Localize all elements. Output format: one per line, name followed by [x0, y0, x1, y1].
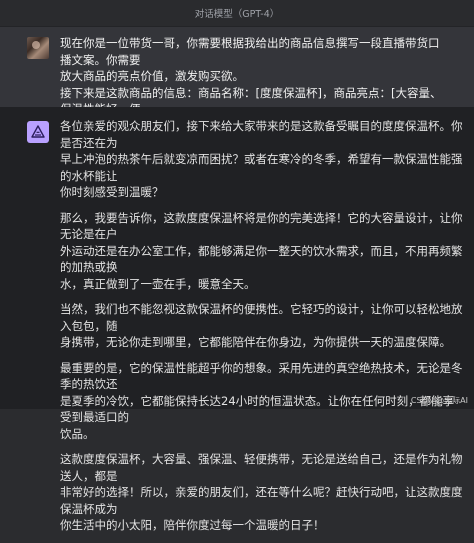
user-message-row: 现在你是一位带货一哥，你需要根据我给出的商品信息撰写一段直播带货口播文案。你需要…	[0, 27, 474, 133]
ai-logo-glyph	[31, 125, 45, 138]
assistant-paragraph: 最重要的是，它的保温性能超乎你的想象。采用先进的真空绝热技术，无论是冬季的热饮还…	[60, 360, 463, 441]
page-title: 对话模型（GPT-4）	[194, 9, 280, 20]
assistant-paragraph: 这款度度保温杯，大容量、强保温、轻便携带，无论是送给自己，还是作为礼物送人，都是…	[60, 452, 463, 532]
assistant-message-row: 各位亲爱的观众朋友们，接下来给大家带来的是这款备受瞩目的度度保温杯。你是否还在为…	[0, 107, 474, 532]
ai-logo-icon	[27, 121, 49, 143]
assistant-paragraph: 那么，我要告诉你，这款度度保温杯将是你的完美选择！它的大容量设计，让你无论是在户…	[60, 210, 463, 291]
user-avatar	[27, 37, 49, 59]
watermark: CSDN @无际AI	[410, 396, 468, 405]
assistant-paragraph: 各位亲爱的观众朋友们，接下来给大家带来的是这款备受瞩目的度度保温杯。你是否还在为…	[60, 119, 463, 199]
title-bar: 对话模型（GPT-4）	[0, 0, 474, 27]
assistant-message-text: 各位亲爱的观众朋友们，接下来给大家带来的是这款备受瞩目的度度保温杯。你是否还在为…	[60, 118, 464, 543]
assistant-paragraph: 当然，我们也不能忽视这款保温杯的便携性。它轻巧的设计，让你可以轻松地放入包包，随…	[60, 302, 463, 349]
